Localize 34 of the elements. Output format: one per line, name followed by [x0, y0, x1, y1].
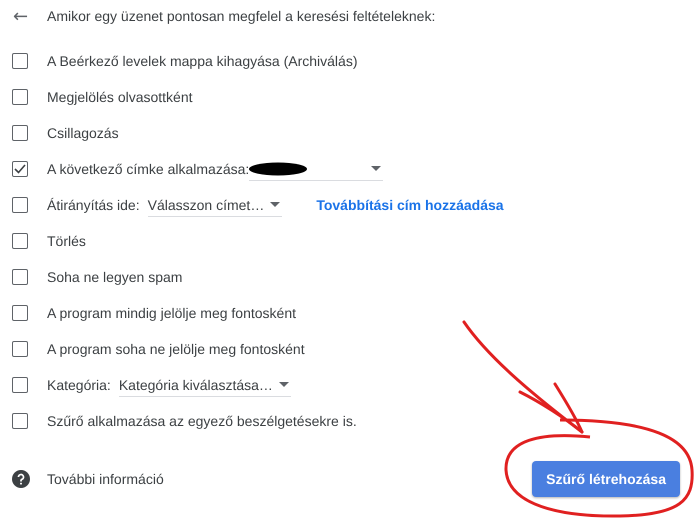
dropdown-caret-icon: [270, 202, 280, 207]
checkbox[interactable]: [12, 53, 28, 69]
create-filter-button[interactable]: Szűrő létrehozása: [532, 461, 680, 497]
checkbox[interactable]: [12, 413, 28, 429]
checkbox[interactable]: [12, 161, 28, 177]
option-label: A következő címke alkalmazása:: [47, 161, 250, 177]
option-label: Szűrő alkalmazása az egyező beszélgetésekre is.: [47, 413, 357, 429]
criteria-heading: Amikor egy üzenet pontosan megfelel a keresési feltételeknek:: [47, 8, 436, 24]
option-label: Megjelölés olvasottként: [47, 89, 193, 105]
checkbox[interactable]: [12, 197, 28, 213]
option-label: A program soha ne jelölje meg fontosként: [47, 341, 305, 357]
checkbox[interactable]: [12, 305, 28, 321]
help-icon: [12, 470, 30, 488]
checkbox[interactable]: [12, 377, 28, 393]
option-label: A program mindig jelölje meg fontosként: [47, 305, 296, 321]
checkbox[interactable]: [12, 89, 28, 105]
redaction-mark: [249, 162, 308, 176]
help-link[interactable]: További információ: [47, 471, 164, 487]
option-label: Törlés: [47, 233, 86, 249]
checkbox[interactable]: [12, 269, 28, 285]
option-label: Soha ne legyen spam: [47, 269, 182, 285]
dropdown-caret-icon: [371, 166, 382, 171]
checkbox[interactable]: [12, 125, 28, 141]
checkbox[interactable]: [12, 341, 28, 357]
option-label: A Beérkező levelek mappa kihagyása (Archiválás): [47, 53, 358, 69]
category-dropdown[interactable]: Kategória kiválasztása…: [118, 374, 291, 396]
option-label: Csillagozás: [47, 125, 119, 141]
address-dropdown[interactable]: Válasszon címet…: [148, 194, 282, 216]
add-forwarding-link[interactable]: Továbbítási cím hozzáadása: [316, 197, 504, 213]
checkbox[interactable]: [12, 233, 28, 249]
back-button[interactable]: ←: [13, 6, 47, 26]
dropdown-caret-icon: [278, 382, 289, 387]
option-label: Kategória:: [47, 377, 111, 393]
option-label: Átirányítás ide:: [47, 197, 140, 213]
